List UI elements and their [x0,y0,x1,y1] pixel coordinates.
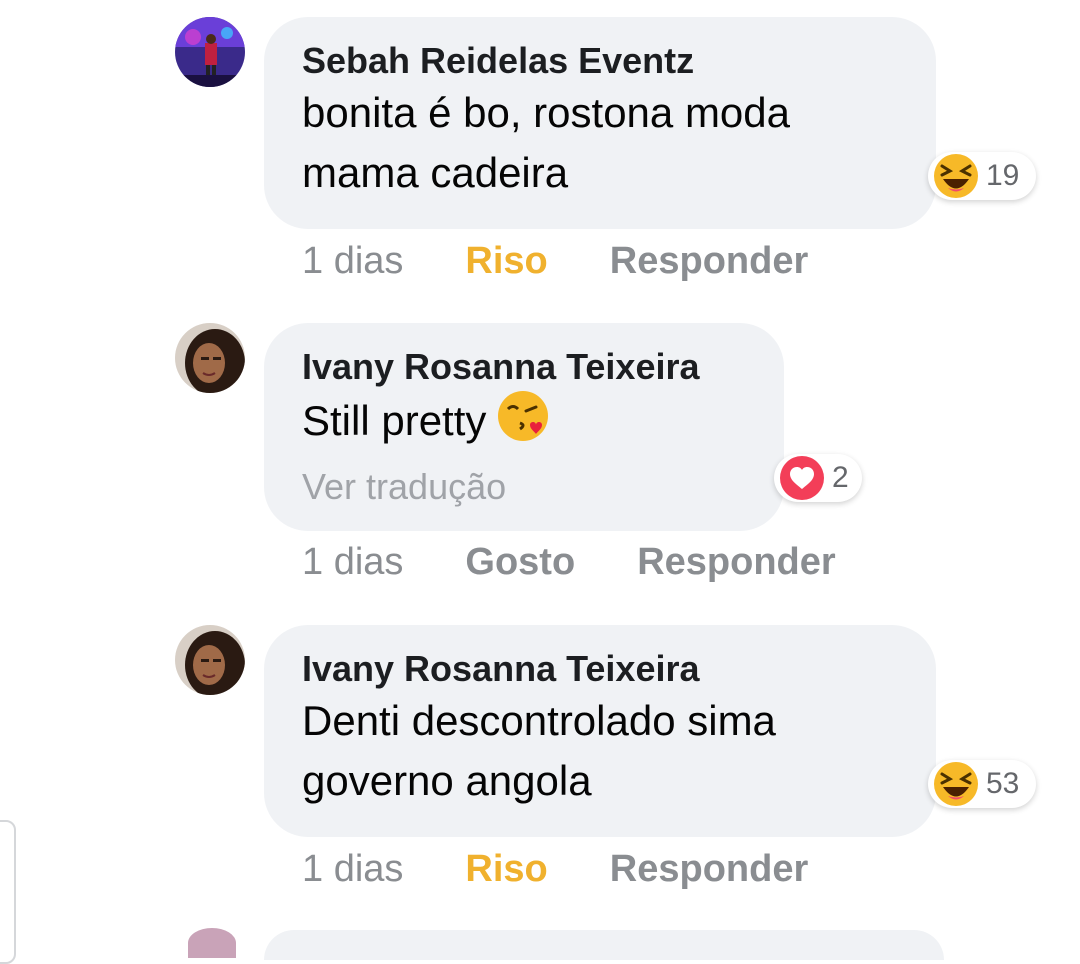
comment-text: bonita é bo, rostona moda mama cadeira [302,89,791,196]
reaction-count: 53 [986,767,1020,800]
laughing-emoji-icon [934,762,978,806]
comment-text: Denti descontrolado sima governo angola [302,697,776,804]
comment-actions: 1 dias Riso Responder [302,844,808,894]
react-button[interactable]: Riso [465,848,547,891]
comment-author[interactable]: Ivany Rosanna Teixeira [302,345,746,389]
avatar[interactable] [175,17,245,87]
comment-author[interactable]: Sebah Reidelas Eventz [302,39,898,83]
reaction-count: 19 [986,159,1020,192]
kiss-emoji-icon [496,389,550,459]
side-panel-edge [0,820,16,964]
reaction-badge[interactable]: 19 [928,152,1036,200]
react-button[interactable]: Riso [465,240,547,283]
see-translation-link[interactable]: Ver tradução [302,463,746,511]
avatar[interactable] [175,625,245,695]
reply-button[interactable]: Responder [610,240,808,283]
comment-text-row: Still pretty [302,389,746,459]
comment-actions: 1 dias Gosto Responder [302,537,836,587]
heart-reaction-icon [780,456,824,500]
reaction-count: 2 [832,461,849,494]
avatar-photo [175,17,245,87]
comment-bubble: Ivany Rosanna Teixeira Denti descontrola… [264,625,936,837]
reply-button[interactable]: Responder [637,541,835,584]
avatar-photo [175,625,245,695]
laughing-emoji-icon [934,154,978,198]
comment-author[interactable]: Ivany Rosanna Teixeira [302,647,898,691]
avatar[interactable] [175,323,245,393]
comment-bubble: Ivany Rosanna Teixeira Still pretty Ver … [264,323,784,531]
comment-text: Still pretty [302,397,487,445]
comment-actions: 1 dias Riso Responder [302,236,808,286]
avatar-next-comment[interactable] [188,928,236,958]
comment-time[interactable]: 1 dias [302,541,403,584]
reply-button[interactable]: Responder [610,848,808,891]
comment-bubble-next [264,930,944,960]
comment-time[interactable]: 1 dias [302,848,403,891]
avatar-photo [175,323,245,393]
reaction-badge[interactable]: 53 [928,760,1036,808]
like-button[interactable]: Gosto [465,541,575,584]
comment-time[interactable]: 1 dias [302,240,403,283]
comment-bubble: Sebah Reidelas Eventz bonita é bo, rosto… [264,17,936,229]
reaction-badge[interactable]: 2 [774,454,862,502]
